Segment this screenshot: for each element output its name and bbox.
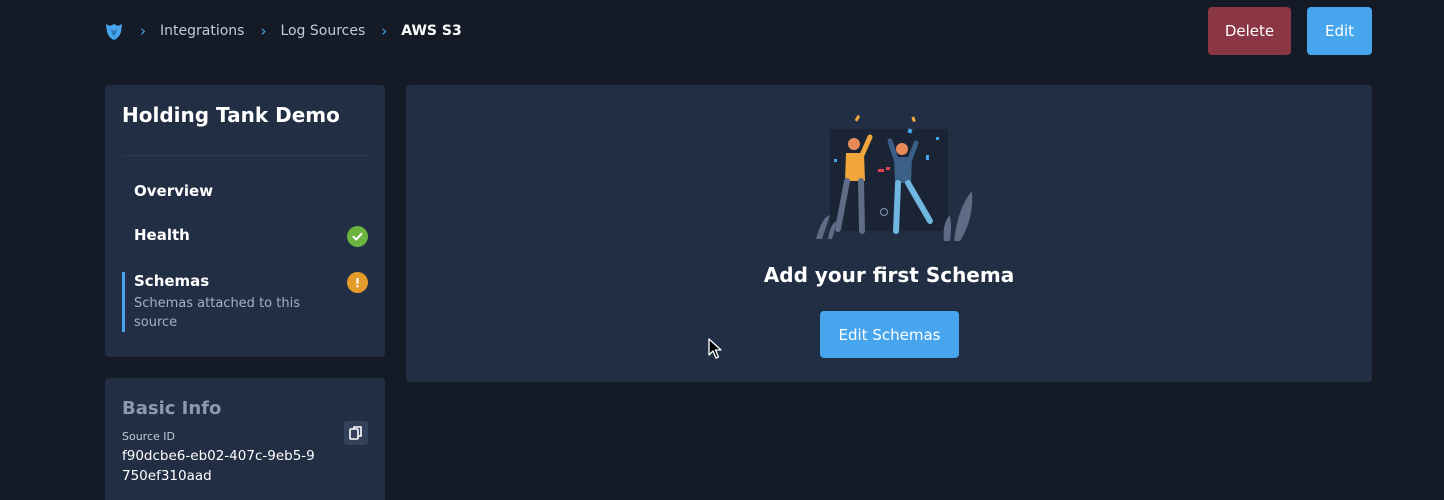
nav-item-overview[interactable]: Overview xyxy=(122,182,368,200)
breadcrumb-integrations[interactable]: Integrations xyxy=(160,23,244,39)
celebration-illustration xyxy=(816,114,973,241)
source-nav-card: Holding Tank Demo Overview Health Schema… xyxy=(105,85,385,357)
check-circle-icon xyxy=(347,226,368,247)
basic-info-title: Basic Info xyxy=(122,398,222,419)
copy-icon[interactable] xyxy=(344,421,368,445)
mouse-cursor-icon xyxy=(708,338,722,359)
nav-item-health[interactable]: Health xyxy=(122,226,368,247)
source-title: Holding Tank Demo xyxy=(122,103,340,127)
logo-icon[interactable] xyxy=(104,21,124,41)
breadcrumb-log-sources[interactable]: Log Sources xyxy=(280,23,365,39)
basic-info-card: Basic Info Source ID f90dcbe6-eb02-407c-… xyxy=(105,378,385,500)
divider xyxy=(122,155,368,156)
source-id-label: Source ID xyxy=(122,430,175,443)
source-id-value: f90dcbe6-eb02-407c-9eb5-9750ef310aad xyxy=(122,448,315,484)
nav-item-label: Overview xyxy=(134,182,214,200)
schemas-panel: Add your first Schema Edit Schemas xyxy=(406,85,1372,382)
nav-item-schemas[interactable]: Schemas Schemas attached to this source xyxy=(122,272,368,332)
empty-state-heading: Add your first Schema xyxy=(763,263,1015,287)
delete-button[interactable]: Delete xyxy=(1208,7,1291,55)
edit-schemas-button[interactable]: Edit Schemas xyxy=(820,311,959,358)
breadcrumb: › Integrations › Log Sources › AWS S3 xyxy=(104,18,462,44)
page: › Integrations › Log Sources › AWS S3 De… xyxy=(0,0,1444,500)
breadcrumb-current: AWS S3 xyxy=(401,23,462,39)
chevron-right-icon: › xyxy=(260,22,267,40)
nav-item-description: Schemas attached to this source xyxy=(134,296,300,330)
nav-item-label: Health xyxy=(134,226,190,244)
chevron-right-icon: › xyxy=(381,22,388,40)
nav-item-label: Schemas xyxy=(134,272,210,290)
warning-icon xyxy=(347,272,368,293)
edit-button[interactable]: Edit xyxy=(1307,7,1372,55)
chevron-right-icon: › xyxy=(140,22,146,40)
